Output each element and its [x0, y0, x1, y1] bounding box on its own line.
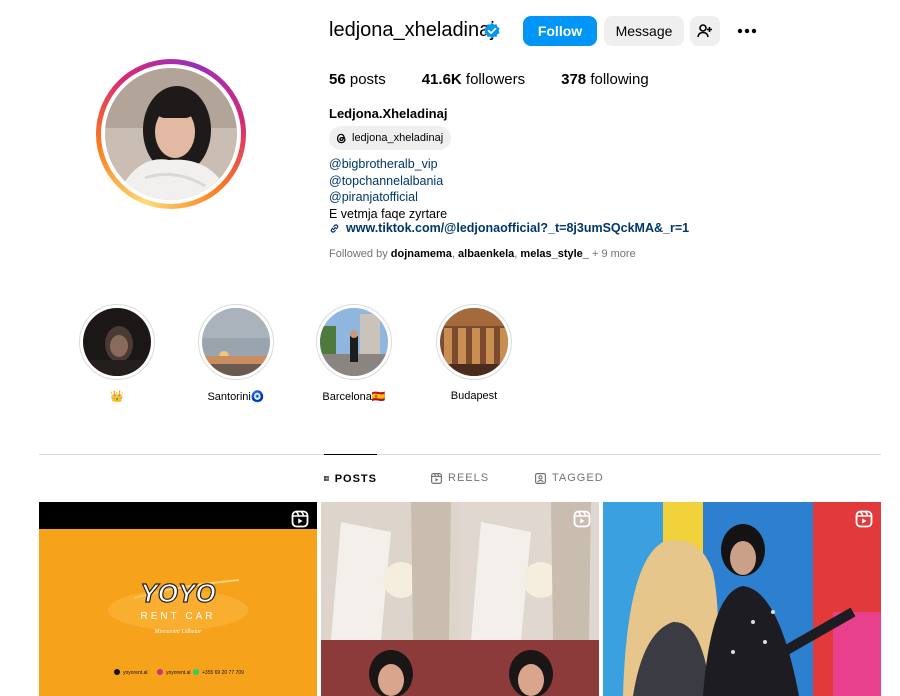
bio-external-link[interactable]: www.tiktok.com/@ledjonaofficial?_t=8j3um… [329, 221, 689, 235]
followers-stat[interactable]: 41.6K followers [422, 71, 525, 88]
tagged-user-icon [535, 472, 546, 484]
post-tagline-text: Miresevini Udhetar [154, 629, 203, 635]
highlight-label: Barcelona🇪🇸 [322, 391, 386, 403]
highlight-label: Santorini🧿 [207, 391, 265, 403]
profile-username: ledjona_xheladinaj [329, 19, 495, 41]
post-thumbnail[interactable] [603, 502, 881, 696]
highlight-cover [320, 308, 388, 376]
profile-avatar-story-ring[interactable] [96, 59, 246, 209]
post-thumbnail[interactable] [321, 502, 599, 696]
tab-reels[interactable]: REELS [431, 454, 489, 502]
story-highlight[interactable]: Barcelona🇪🇸 [316, 304, 392, 403]
more-options-icon[interactable] [734, 20, 760, 42]
post-image: YOYO RENT CAR Miresevini Udhetar yoyoren… [39, 502, 317, 696]
grid-icon [324, 476, 329, 481]
story-highlight[interactable]: 👑 [79, 304, 155, 403]
posts-stat: 56 posts [329, 71, 386, 88]
post-image [603, 502, 881, 696]
profile-bio: @bigbrotheralb_vip @topchannelalbania @p… [329, 156, 447, 222]
highlight-cover [202, 308, 270, 376]
post-thumbnail[interactable]: YOYO RENT CAR Miresevini Udhetar yoyoren… [39, 502, 317, 696]
svg-text:yoyorent.al: yoyorent.al [123, 670, 147, 676]
reel-icon [855, 510, 873, 528]
bio-link-text[interactable]: www.tiktok.com/@ledjonaofficial?_t=8j3um… [346, 221, 689, 235]
reel-icon [573, 510, 591, 528]
follower-user[interactable]: dojnamema [391, 248, 452, 260]
svg-text:yoyorent.al: yoyorent.al [166, 670, 190, 676]
message-button[interactable]: Message [604, 16, 684, 46]
avatar [105, 68, 237, 200]
highlight-label: Budapest [450, 390, 498, 402]
post-image [321, 502, 599, 696]
threads-handle: ledjona_xheladinaj [352, 132, 444, 144]
verified-badge-icon [484, 22, 500, 39]
followed-by-text[interactable]: Followed by dojnamema, albaenkela, melas… [329, 248, 636, 260]
reels-icon [431, 472, 442, 484]
follower-user[interactable]: albaenkela [458, 248, 514, 260]
highlight-cover [83, 308, 151, 376]
add-user-icon [697, 24, 712, 38]
post-brand-text: YOYO [140, 578, 215, 608]
highlight-cover [440, 308, 508, 376]
profile-full-name: Ledjona.Xheladinaj [329, 106, 448, 121]
bio-mention-link[interactable]: @piranjatofficial [329, 189, 447, 206]
following-stat[interactable]: 378 following [561, 71, 649, 88]
bio-text: E vetmja faqe zyrtare [329, 206, 448, 221]
bio-mention-link[interactable]: @topchannelalbania [329, 173, 447, 190]
follow-button[interactable]: Follow [523, 16, 597, 46]
profile-stats: 56 posts 41.6K followers 378 following [329, 71, 685, 88]
story-highlight[interactable]: Santorini🧿 [198, 304, 274, 403]
highlight-label: 👑 [110, 391, 124, 403]
tab-posts[interactable]: POSTS [324, 454, 377, 502]
follower-user[interactable]: melas_style_ [520, 248, 589, 260]
svg-text:+355 69 20 77 709: +355 69 20 77 709 [202, 670, 244, 676]
threads-badge[interactable]: ledjona_xheladinaj [329, 126, 452, 150]
post-subtitle-text: RENT CAR [141, 611, 216, 622]
tab-tagged[interactable]: TAGGED [535, 454, 604, 502]
threads-icon [336, 133, 346, 143]
link-icon [330, 223, 339, 233]
suggested-users-button[interactable] [690, 16, 720, 46]
story-highlight[interactable]: Budapest [436, 304, 512, 402]
bio-mention-link[interactable]: @bigbrotheralb_vip [329, 156, 447, 173]
reel-icon [291, 510, 309, 528]
